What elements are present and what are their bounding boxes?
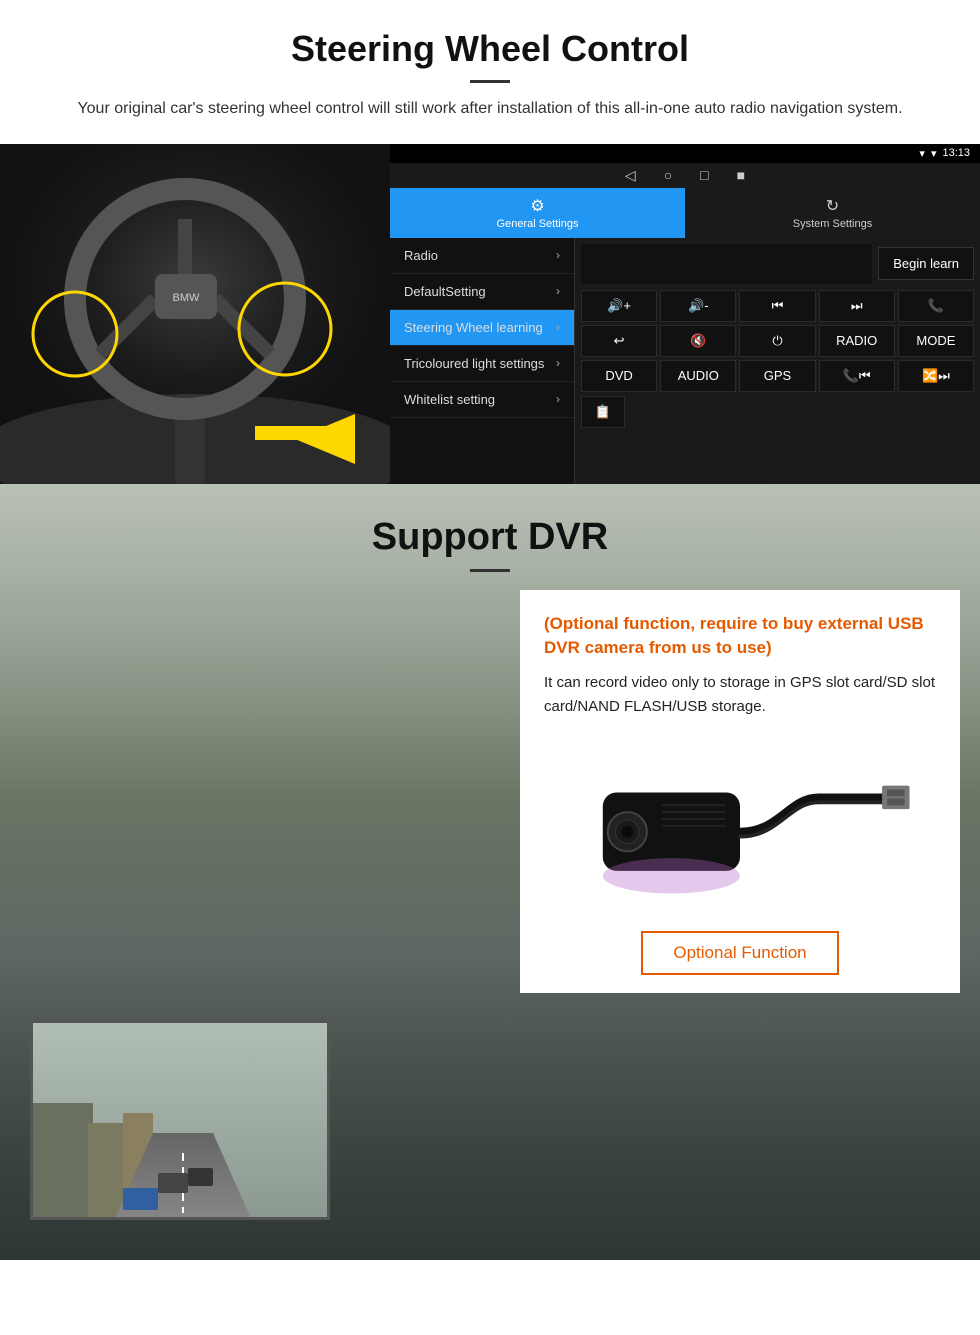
next-btn[interactable]: ⏭	[819, 290, 895, 322]
menu-item-steering-wheel[interactable]: Steering Wheel learning ›	[390, 310, 574, 346]
dvr-camera-svg	[544, 737, 936, 897]
gps-btn[interactable]: GPS	[739, 360, 815, 392]
settings-icon: ⚙	[394, 196, 681, 216]
steering-composite: BMW ▾ ▾ 13:13 ◁	[0, 144, 980, 484]
dvr-title: Support DVR	[0, 516, 980, 559]
optional-function-button[interactable]: Optional Function	[641, 931, 838, 975]
menu-item-radio[interactable]: Radio ›	[390, 238, 574, 274]
recents-icon[interactable]: □	[700, 167, 708, 184]
prev-btn[interactable]: ⏮	[739, 290, 815, 322]
control-buttons-grid: 🔊+ 🔊- ⏮ ⏭ 📞 ↩ 🔇 ⏻ RADIO MODE DVD AUDIO G…	[581, 290, 974, 392]
vol-down-btn[interactable]: 🔊-	[660, 290, 736, 322]
phone-prev-btn[interactable]: 📞⏮	[819, 360, 895, 392]
home-icon[interactable]: ○	[664, 167, 672, 184]
dvr-thumb-image	[33, 1023, 327, 1217]
wifi-icon: ▾	[919, 147, 925, 160]
mute-btn[interactable]: 🔇	[660, 325, 736, 357]
tab-general-settings[interactable]: ⚙ General Settings	[390, 188, 685, 238]
dvr-content-area: (Optional function, require to buy exter…	[0, 580, 980, 1260]
dvd-btn[interactable]: DVD	[581, 360, 657, 392]
chevron-right-icon: ›	[556, 356, 560, 370]
menu-item-whitelist[interactable]: Whitelist setting ›	[390, 382, 574, 418]
page-title: Steering Wheel Control	[60, 28, 920, 70]
chevron-right-icon: ›	[556, 320, 560, 334]
dvr-optional-text: (Optional function, require to buy exter…	[544, 612, 936, 661]
status-time: 13:13	[942, 147, 970, 159]
menu-item-tricoloured[interactable]: Tricoloured light settings ›	[390, 346, 574, 382]
system-icon: ↻	[689, 196, 976, 216]
phone-btn[interactable]: 📞	[898, 290, 974, 322]
steering-header: Steering Wheel Control Your original car…	[0, 0, 980, 130]
android-right-panel: Begin learn 🔊+ 🔊- ⏮ ⏭ 📞 ↩ 🔇 ⏻ RADIO MODE	[575, 238, 980, 484]
android-nav-bar: ◁ ○ □ ■	[390, 163, 980, 188]
radio-btn[interactable]: RADIO	[819, 325, 895, 357]
tab-system-settings[interactable]: ↻ System Settings	[685, 188, 980, 238]
dvr-header: Support DVR	[0, 484, 980, 580]
mode-btn[interactable]: MODE	[898, 325, 974, 357]
android-tabs: ⚙ General Settings ↻ System Settings	[390, 188, 980, 238]
power-btn[interactable]: ⏻	[739, 325, 815, 357]
menu-item-default-setting[interactable]: DefaultSetting ›	[390, 274, 574, 310]
menu-icon[interactable]: ■	[737, 167, 745, 184]
vol-up-btn[interactable]: 🔊+	[581, 290, 657, 322]
dvr-info-card: (Optional function, require to buy exter…	[520, 590, 960, 993]
android-status-bar: ▾ ▾ 13:13	[390, 144, 980, 163]
back-call-btn[interactable]: ↩	[581, 325, 657, 357]
android-ui-panel: ▾ ▾ 13:13 ◁ ○ □ ■ ⚙ General Settings ↻ S…	[390, 144, 980, 484]
learn-display-area	[581, 244, 872, 284]
begin-learn-row: Begin learn	[581, 244, 974, 284]
dvr-desc-text: It can record video only to storage in G…	[544, 671, 936, 719]
chevron-right-icon: ›	[556, 248, 560, 262]
android-menu: Radio › DefaultSetting › Steering Wheel …	[390, 238, 575, 484]
dvr-preview-thumbnail	[30, 1020, 330, 1220]
dvr-icon-btn[interactable]: 📋	[581, 396, 625, 428]
signal-icon: ▾	[931, 147, 937, 160]
chevron-right-icon: ›	[556, 284, 560, 298]
steering-wheel-photo: BMW	[0, 144, 390, 484]
begin-learn-button[interactable]: Begin learn	[878, 247, 974, 280]
back-icon[interactable]: ◁	[625, 167, 636, 184]
shuffle-next-btn[interactable]: 🔀⏭	[898, 360, 974, 392]
steering-section: Steering Wheel Control Your original car…	[0, 0, 980, 484]
dvr-section: Support DVR	[0, 484, 980, 1260]
svg-text:BMW: BMW	[173, 292, 201, 304]
android-content: Radio › DefaultSetting › Steering Wheel …	[390, 238, 980, 484]
audio-btn[interactable]: AUDIO	[660, 360, 736, 392]
steering-subtitle: Your original car's steering wheel contr…	[60, 97, 920, 122]
dvr-divider	[470, 569, 510, 572]
divider	[470, 80, 510, 83]
chevron-right-icon: ›	[556, 392, 560, 406]
